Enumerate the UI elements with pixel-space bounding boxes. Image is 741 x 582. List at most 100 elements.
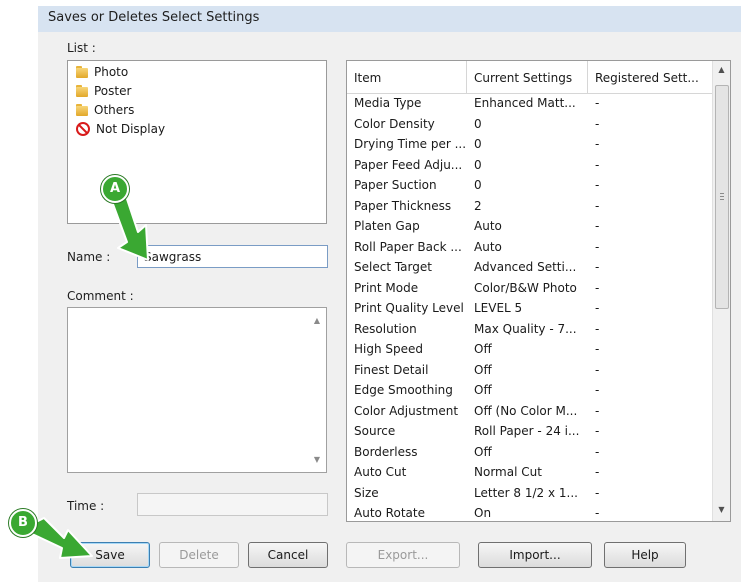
cell-item: Source — [354, 424, 396, 438]
cell-current-setting: 0 — [474, 157, 482, 172]
cell-registered-setting: - — [595, 362, 600, 377]
scroll-down-arrow-icon[interactable]: ▼ — [713, 505, 730, 514]
cell-item: Media Type — [354, 96, 422, 110]
cell-current-setting: 0 — [474, 137, 482, 151]
table-row[interactable]: Drying Time per ... 0 - — [347, 134, 713, 154]
cell-registered-setting: - — [595, 301, 600, 315]
cell-registered-setting: - — [595, 321, 600, 336]
callout-b-badge: B — [9, 509, 37, 537]
cell-item: Edge Smoothing — [354, 383, 453, 397]
table-row[interactable]: Media Type Enhanced Matt... - — [347, 93, 713, 113]
table-row[interactable]: Print Mode Color/B&W Photo - — [347, 278, 713, 298]
cell-registered-setting: - — [595, 198, 600, 213]
table-row[interactable]: Resolution Max Quality - 7... - — [347, 319, 713, 339]
scrollbar-grip — [720, 199, 724, 200]
folder-icon — [76, 66, 88, 78]
cell-registered-setting: - — [595, 506, 600, 520]
column-header-current-settings[interactable]: Current Settings — [467, 61, 588, 93]
folder-icon — [76, 85, 88, 97]
cell-item: Paper Feed Adju... — [354, 157, 463, 172]
column-header-item[interactable]: Item — [347, 61, 467, 93]
cell-current-setting: Off — [474, 444, 492, 459]
cancel-button[interactable]: Cancel — [248, 542, 328, 568]
cell-current-setting: LEVEL 5 — [474, 301, 523, 315]
cell-registered-setting: - — [595, 96, 600, 110]
table-row[interactable]: Finest Detail Off - — [347, 360, 713, 380]
list-item-poster[interactable]: Poster — [76, 82, 131, 100]
cell-current-setting: On — [474, 506, 492, 520]
cell-registered-setting: - — [595, 485, 600, 500]
scroll-up-arrow-icon[interactable]: ▲ — [713, 65, 730, 74]
scrollbar-thumb[interactable] — [715, 85, 729, 309]
table-row[interactable]: High Speed Off - — [347, 339, 713, 359]
cell-registered-setting: - — [595, 116, 600, 131]
table-row[interactable]: Borderless Off - — [347, 442, 713, 462]
cell-item: Color Density — [354, 116, 435, 131]
cell-registered-setting: - — [595, 444, 600, 459]
cell-item: Finest Detail — [354, 362, 429, 377]
dialog-title: Saves or Deletes Select Settings — [48, 10, 260, 25]
cell-current-setting: Normal Cut — [474, 465, 542, 479]
cell-current-setting: Enhanced Matt... — [474, 96, 576, 110]
callout-b-arrow — [27, 517, 93, 559]
cell-current-setting: Letter 8 1/2 x 1... — [474, 485, 578, 500]
table-row[interactable]: Source Roll Paper - 24 i... - — [347, 421, 713, 441]
comment-label: Comment : — [67, 289, 134, 303]
table-row[interactable]: Roll Paper Back ... Auto - — [347, 237, 713, 257]
scroll-up-arrow-icon[interactable]: ▲ — [314, 316, 320, 325]
table-row[interactable]: Paper Suction 0 - — [347, 175, 713, 195]
cell-item: Roll Paper Back ... — [354, 239, 462, 254]
scrollbar-grip — [720, 193, 724, 194]
import-button[interactable]: Import... — [478, 542, 592, 568]
cell-registered-setting: - — [595, 424, 600, 438]
cell-item: Paper Thickness — [354, 198, 452, 213]
list-item-others[interactable]: Others — [76, 101, 134, 119]
cell-current-setting: Off — [474, 383, 492, 397]
cell-current-setting: Auto — [474, 219, 502, 233]
table-row[interactable]: Color Adjustment Off (No Color M... - — [347, 401, 713, 421]
cell-current-setting: 0 — [474, 178, 482, 192]
table-scrollbar[interactable]: ▲ ▼ — [712, 61, 730, 521]
cell-item: Auto Cut — [354, 465, 407, 479]
column-header-registered-settings[interactable]: Registered Sett... — [588, 61, 713, 93]
callout-a-badge: A — [101, 175, 129, 203]
table-row[interactable]: Paper Feed Adju... 0 - — [347, 155, 713, 175]
time-label: Time : — [67, 499, 105, 513]
table-row[interactable]: Paper Thickness 2 - — [347, 196, 713, 216]
cell-current-setting: Auto — [474, 239, 502, 254]
list-item-label: Poster — [94, 84, 132, 98]
list-item-label: Photo — [94, 65, 129, 79]
cell-registered-setting: - — [595, 157, 600, 172]
cell-current-setting: Roll Paper - 24 i... — [474, 424, 580, 438]
help-button[interactable]: Help — [604, 542, 686, 568]
cell-item: Drying Time per ... — [354, 137, 467, 151]
table-row[interactable]: Print Quality Level LEVEL 5 - — [347, 298, 713, 318]
cell-item: Print Mode — [354, 280, 419, 295]
no-entry-icon — [76, 122, 90, 136]
cell-registered-setting: - — [595, 260, 600, 274]
scroll-down-arrow-icon[interactable]: ▼ — [314, 455, 320, 464]
comment-textarea[interactable]: ▲ ▼ — [67, 307, 327, 473]
list-item-not-display[interactable]: Not Display — [76, 120, 165, 138]
cell-registered-setting: - — [595, 239, 600, 254]
cell-item: High Speed — [354, 342, 424, 356]
cell-registered-setting: - — [595, 178, 600, 192]
table-row[interactable]: Edge Smoothing Off - — [347, 380, 713, 400]
cell-current-setting: Off (No Color M... — [474, 403, 578, 418]
list-item-label: Others — [94, 103, 135, 117]
cell-registered-setting: - — [595, 465, 600, 479]
list-item-label: Not Display — [96, 122, 166, 136]
cell-item: Select Target — [354, 260, 432, 274]
table-row[interactable]: Select Target Advanced Setti... - — [347, 257, 713, 277]
table-row[interactable]: Auto Cut Normal Cut - — [347, 462, 713, 482]
export-button[interactable]: Export... — [346, 542, 460, 568]
table-row[interactable]: Auto Rotate On - — [347, 503, 713, 521]
settings-table[interactable]: Item Current Settings Registered Sett...… — [346, 60, 731, 522]
list-item-photo[interactable]: Photo — [76, 63, 128, 81]
table-row[interactable]: Platen Gap Auto - — [347, 216, 713, 236]
delete-button[interactable]: Delete — [159, 542, 239, 568]
table-row[interactable]: Size Letter 8 1/2 x 1... - — [347, 483, 713, 503]
cell-current-setting: Advanced Setti... — [474, 260, 577, 274]
scrollbar-grip — [720, 196, 724, 197]
table-row[interactable]: Color Density 0 - — [347, 114, 713, 134]
